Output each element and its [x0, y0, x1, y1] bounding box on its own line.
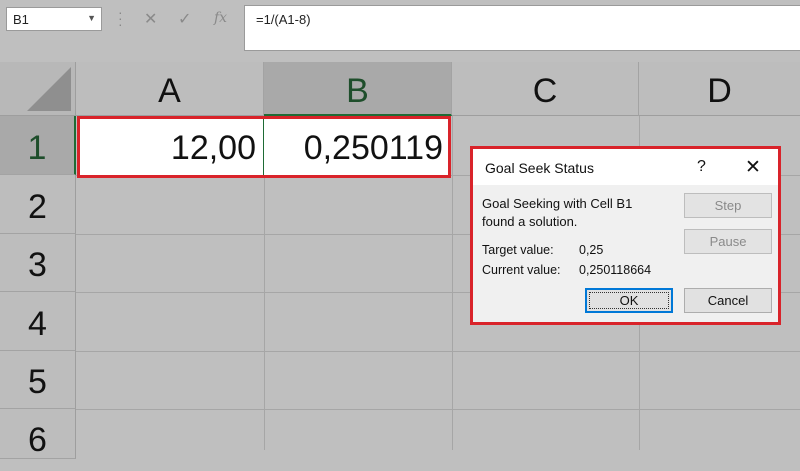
pause-button[interactable]: Pause	[684, 229, 772, 254]
row-header-2[interactable]: 2	[0, 175, 76, 234]
ok-button[interactable]: OK	[585, 288, 673, 313]
column-header-b[interactable]: B	[264, 62, 452, 116]
current-value: 0,250118664	[579, 263, 652, 277]
formula-text: =1/(A1-8)	[256, 12, 311, 27]
column-header-d[interactable]: D	[639, 62, 800, 116]
target-value: 0,25	[579, 243, 604, 257]
cancel-button[interactable]: Cancel	[684, 288, 772, 313]
target-value-row: Target value: 0,25	[482, 243, 603, 257]
cell-b1[interactable]: 0,250119	[264, 117, 449, 175]
active-cell-border	[263, 119, 264, 175]
chevron-down-icon[interactable]: ▼	[87, 13, 96, 23]
close-icon[interactable]: ✕	[745, 156, 761, 179]
formula-bar: B1 ▼ · · · ✕ ✓ fx =1/(A1-8)	[0, 0, 800, 62]
dialog-title: Goal Seek Status	[485, 160, 594, 176]
current-value-label: Current value:	[482, 263, 561, 277]
check-icon[interactable]: ✓	[178, 9, 191, 29]
drag-handle-icon[interactable]: · · ·	[118, 5, 123, 31]
goal-seek-status-dialog: Goal Seek Status ? ✕ Goal Seeking with C…	[470, 146, 781, 325]
help-icon[interactable]: ?	[697, 158, 706, 176]
gridline	[76, 409, 800, 410]
dialog-body: Goal Seeking with Cell B1 found a soluti…	[473, 185, 778, 322]
gridline	[452, 116, 453, 450]
row-header-4[interactable]: 4	[0, 292, 76, 351]
name-box[interactable]: B1 ▼	[6, 7, 102, 31]
column-header-c[interactable]: C	[452, 62, 639, 116]
cancel-icon[interactable]: ✕	[144, 9, 157, 29]
dialog-message-line-1: Goal Seeking with Cell B1	[482, 196, 633, 211]
cell-a1[interactable]: 12,00	[79, 117, 264, 175]
row-header-3[interactable]: 3	[0, 234, 76, 292]
dialog-message-line-2: found a solution.	[482, 214, 578, 229]
dialog-message: Goal Seeking with Cell B1 found a soluti…	[482, 195, 672, 231]
target-value-label: Target value:	[482, 243, 554, 257]
gridline	[76, 351, 800, 352]
step-button[interactable]: Step	[684, 193, 772, 218]
focus-rectangle	[589, 292, 669, 309]
formula-input[interactable]: =1/(A1-8)	[244, 5, 800, 51]
row-header-5[interactable]: 5	[0, 351, 76, 409]
row-header-6[interactable]: 6	[0, 409, 76, 459]
current-value-row: Current value: 0,250118664	[482, 263, 651, 277]
select-all-button[interactable]	[0, 62, 76, 116]
name-box-value: B1	[13, 12, 29, 27]
formula-buttons: ✕ ✓ fx	[134, 7, 239, 31]
select-all-triangle-icon	[27, 67, 71, 111]
column-header-a[interactable]: A	[76, 62, 264, 116]
row-header-1[interactable]: 1	[0, 116, 76, 175]
insert-function-icon[interactable]: fx	[214, 10, 227, 26]
